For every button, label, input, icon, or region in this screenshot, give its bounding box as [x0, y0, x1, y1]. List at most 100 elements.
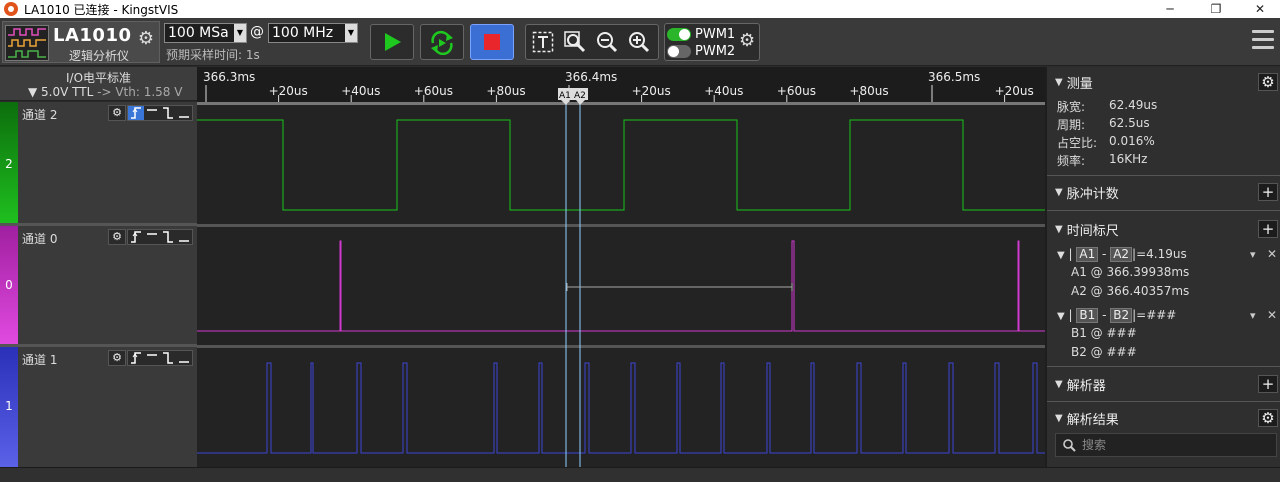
pwm2-toggle[interactable] — [667, 45, 691, 58]
rising-edge-trigger-icon[interactable] — [128, 351, 144, 365]
io-voltage-select[interactable]: ▼ 5.0V TTL -> Vth: 1.58 V — [28, 85, 182, 99]
pulse-count-section-header[interactable]: ▼ 脉冲计数 + — [1047, 181, 1280, 203]
channel-row-2: 2 通道 2 ⚙ — [0, 102, 197, 226]
zoom-in-icon — [629, 32, 650, 53]
results-section-header[interactable]: ▼ 解析结果 ⚙ — [1047, 407, 1280, 429]
start-button[interactable] — [370, 24, 414, 60]
major-label-2: 366.4ms — [565, 70, 617, 84]
pwm1-toggle[interactable] — [667, 28, 691, 41]
right-panel: ▼ 测量 ⚙ 脉宽: 62.49us 周期: 62.5us 占空比: 0.016… — [1045, 67, 1280, 467]
panel-divider — [1047, 401, 1280, 402]
channel-tools: ⚙ — [108, 105, 193, 121]
low-level-trigger-icon[interactable] — [176, 106, 192, 120]
channel-row-1: 1 通道 1 ⚙ — [0, 347, 197, 467]
measure-section-header[interactable]: ▼ 测量 ⚙ — [1047, 71, 1280, 93]
cursor-pair-b[interactable]: ▼ | B1 - B2 |=### — [1057, 308, 1176, 323]
app-icon — [4, 2, 18, 16]
play-icon — [385, 33, 401, 51]
stop-button[interactable] — [470, 24, 514, 60]
low-level-trigger-icon[interactable] — [176, 230, 192, 244]
close-icon[interactable]: ✕ — [1267, 247, 1277, 261]
pin-icon[interactable]: ▾ — [1250, 309, 1256, 322]
menu-icon[interactable] — [1252, 30, 1274, 54]
rising-edge-trigger-icon[interactable] — [128, 230, 144, 244]
falling-edge-trigger-icon[interactable] — [160, 106, 176, 120]
maximize-button[interactable]: ❐ — [1196, 0, 1236, 18]
title-bar: LA1010 已连接 - KingstVIS ─ ❐ ✕ — [0, 0, 1280, 18]
minor-label: +60us — [777, 84, 816, 98]
panel-divider — [1047, 175, 1280, 176]
results-settings-gear-icon[interactable]: ⚙ — [1258, 409, 1278, 427]
measure-label-period: 周期: — [1057, 118, 1086, 132]
close-button[interactable]: ✕ — [1240, 0, 1280, 18]
pwm1-row: PWM1 — [667, 26, 735, 43]
channel-gear-icon[interactable]: ⚙ — [108, 350, 126, 366]
channel-0-waveform — [197, 240, 1045, 332]
text-cursor-button[interactable] — [530, 29, 556, 55]
io-voltage-value: ▼ 5.0V TTL — [28, 85, 94, 99]
time-ruler[interactable] — [197, 67, 1045, 102]
ruler-divider — [197, 102, 1045, 105]
waveform-view[interactable]: 366.3ms 366.4ms 366.5ms +20us +40us +60us +… — [197, 67, 1045, 467]
collapse-triangle-icon: ▼ — [1055, 186, 1063, 198]
cursor-pair-a[interactable]: ▼ | A1 - A2 |=4.19us — [1057, 247, 1187, 262]
cursor-a1-chip: A1 — [1076, 247, 1099, 262]
major-label-3: 366.5ms — [928, 70, 980, 84]
cursor-b2-position: B2 @ ### — [1071, 345, 1137, 359]
high-level-trigger-icon[interactable] — [144, 230, 160, 244]
minor-label: +20us — [269, 84, 308, 98]
sample-depth-select[interactable]: 100 MSa ▼ — [164, 23, 247, 43]
channel-number: 0 — [5, 278, 13, 292]
channel-gear-icon[interactable]: ⚙ — [108, 105, 126, 121]
add-analyzer-button[interactable]: + — [1258, 375, 1278, 393]
loop-icon — [431, 30, 453, 55]
logic-analyzer-logo-icon — [5, 25, 49, 61]
falling-edge-trigger-icon[interactable] — [160, 230, 176, 244]
zoom-in-button[interactable] — [626, 29, 652, 55]
measure-value-width: 62.49us — [1109, 98, 1158, 112]
zoom-fit-button[interactable] — [562, 29, 588, 55]
pwm-panel: PWM1 PWM2 ⚙ — [664, 23, 760, 61]
analyzer-section-header[interactable]: ▼ 解析器 + — [1047, 373, 1280, 395]
pin-icon[interactable]: ▾ — [1250, 248, 1256, 261]
channel-gear-icon[interactable]: ⚙ — [108, 229, 126, 245]
cursor-pair-b-delta: =### — [1136, 308, 1177, 322]
collapse-triangle-icon: ▼ — [1057, 311, 1065, 322]
device-settings-gear-icon[interactable]: ⚙ — [135, 28, 157, 50]
collapse-triangle-icon: ▼ — [1055, 223, 1063, 235]
pwm2-row: PWM2 — [667, 43, 735, 60]
sample-rate-select[interactable]: 100 MHz ▼ — [268, 23, 358, 43]
zoom-out-button[interactable] — [594, 29, 620, 55]
low-level-trigger-icon[interactable] — [176, 351, 192, 365]
measure-title: 测量 — [1066, 76, 1093, 92]
pwm-settings-gear-icon[interactable]: ⚙ — [739, 30, 755, 51]
waveform-canvas[interactable]: 366.3ms 366.4ms 366.5ms +20us +40us +60us +… — [197, 67, 1045, 467]
chevron-down-icon: ▼ — [345, 24, 357, 42]
measure-settings-gear-icon[interactable]: ⚙ — [1258, 73, 1278, 91]
add-pulse-count-button[interactable]: + — [1258, 183, 1278, 201]
results-search-box[interactable] — [1055, 433, 1277, 457]
channel-row-0: 0 通道 0 ⚙ — [0, 226, 197, 347]
at-symbol: @ — [250, 24, 264, 40]
io-level-header: I/O电平标准 ▼ 5.0V TTL -> Vth: 1.58 V — [0, 67, 197, 101]
collapse-triangle-icon: ▼ — [1055, 378, 1063, 390]
sample-depth-value: 100 MSa — [168, 25, 229, 41]
cursor-a1-label: A1 — [559, 91, 571, 101]
panel-divider — [1047, 366, 1280, 367]
minimize-button[interactable]: ─ — [1150, 0, 1190, 18]
falling-edge-trigger-icon[interactable] — [160, 351, 176, 365]
high-level-trigger-icon[interactable] — [144, 106, 160, 120]
results-search-input[interactable] — [1082, 438, 1262, 452]
rising-edge-trigger-icon[interactable] — [128, 106, 144, 120]
trigger-selector — [127, 105, 193, 121]
cursor-a2-chip: A2 — [1110, 247, 1133, 262]
time-ruler-section-header[interactable]: ▼ 时间标尺 + — [1047, 218, 1280, 240]
high-level-trigger-icon[interactable] — [144, 351, 160, 365]
add-time-ruler-button[interactable]: + — [1258, 220, 1278, 238]
loop-capture-button[interactable] — [420, 24, 464, 60]
close-icon[interactable]: ✕ — [1267, 308, 1277, 322]
major-label-1: 366.3ms — [203, 70, 255, 84]
channel-name: 通道 1 — [22, 353, 58, 367]
channel-tools: ⚙ — [108, 229, 193, 245]
channel-tools: ⚙ — [108, 350, 193, 366]
